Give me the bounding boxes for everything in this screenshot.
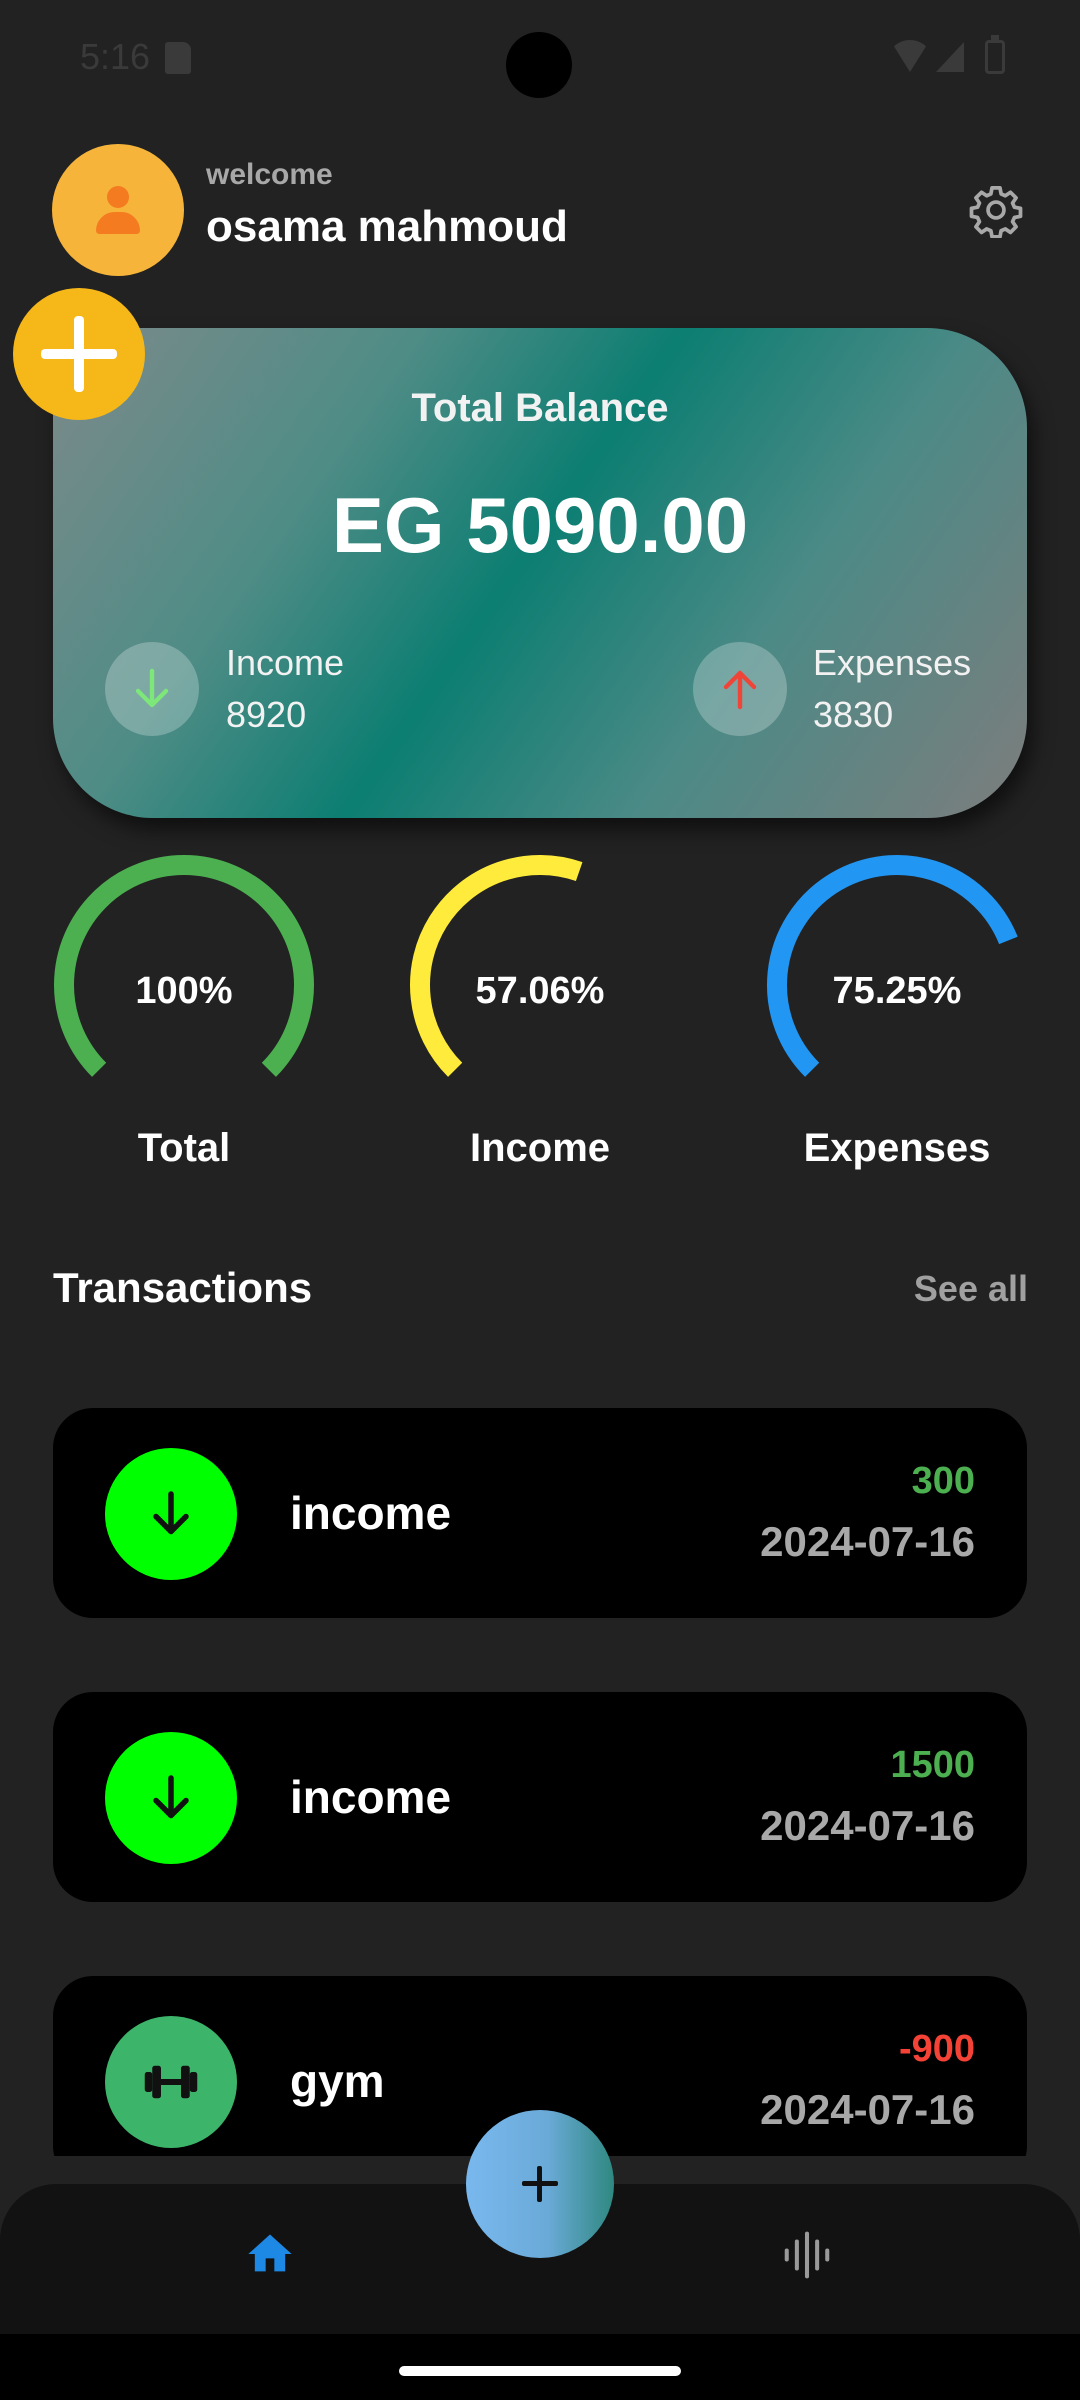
add-transaction-button[interactable]	[466, 2110, 614, 2258]
income-arrow-icon	[105, 642, 199, 736]
camera-cutout	[506, 32, 572, 98]
transaction-name: income	[290, 1487, 452, 1539]
balance-amount: EG 5090.00	[331, 481, 749, 569]
gauge-progress-arc	[54, 855, 314, 1077]
expense-arrow-icon	[693, 642, 787, 736]
person-icon	[107, 186, 129, 208]
income-label: Income	[226, 642, 345, 683]
income-value: 8920	[226, 694, 307, 735]
username: osama mahmoud	[206, 202, 568, 251]
gauge-expenses: 75.25% Expenses	[762, 850, 1032, 1180]
gauge-income: 57.06% Income	[405, 850, 675, 1180]
dumbbell-icon	[105, 2016, 237, 2148]
transaction-date: 2024-07-16	[760, 1802, 975, 1849]
gauge-label: Total	[137, 1126, 231, 1170]
transaction-item[interactable]: income 300 2024-07-16	[53, 1408, 1027, 1618]
gauge-label: Expenses	[803, 1126, 991, 1170]
status-bar: 5:16	[0, 0, 1080, 120]
transaction-amount: 1500	[890, 1744, 975, 1786]
gesture-handle[interactable]	[399, 2366, 681, 2376]
settings-gear-icon[interactable]	[968, 182, 1024, 238]
expenses-label: Expenses	[813, 642, 972, 683]
see-all-link[interactable]: See all	[914, 1268, 1028, 1310]
gauge-label: Income	[469, 1126, 611, 1170]
status-time: 5:16	[80, 36, 151, 77]
transactions-list[interactable]: income 300 2024-07-16 income 1500 2024-0…	[53, 1408, 1027, 2156]
battery-icon	[985, 35, 1005, 74]
arrow-down-icon	[105, 1732, 237, 1864]
transaction-date: 2024-07-16	[760, 2086, 975, 2133]
transaction-amount: -900	[898, 2028, 975, 2070]
transaction-date: 2024-07-16	[760, 1518, 975, 1565]
gauge-percent: 100%	[135, 970, 233, 1012]
transactions-title: Transactions	[53, 1264, 313, 1311]
gauge-percent: 57.06%	[475, 970, 605, 1012]
add-plus-button[interactable]	[13, 288, 145, 420]
expenses-value: 3830	[813, 694, 894, 735]
sd-card-icon	[165, 42, 191, 74]
gauge-total: 100% Total	[49, 850, 319, 1180]
welcome-text: welcome	[206, 158, 333, 191]
avatar[interactable]	[52, 144, 184, 276]
wifi-icon	[890, 40, 930, 72]
signal-icon	[936, 42, 964, 72]
gesture-area	[0, 2334, 1080, 2400]
home-icon[interactable]	[244, 2228, 296, 2280]
transaction-amount: 300	[911, 1460, 975, 1502]
stats-icon[interactable]	[780, 2228, 834, 2282]
gauge-progress-arc	[410, 855, 583, 1077]
gauge-progress-arc	[767, 855, 1018, 1077]
transaction-item[interactable]: income 1500 2024-07-16	[53, 1692, 1027, 1902]
balance-title: Total Balance	[411, 386, 669, 430]
transaction-name: income	[290, 1771, 452, 1823]
arrow-down-icon	[105, 1448, 237, 1580]
balance-card: Total Balance EG 5090.00 Income 8920 Exp…	[53, 328, 1027, 818]
gauge-percent: 75.25%	[832, 970, 962, 1012]
transaction-name: gym	[290, 2055, 385, 2107]
